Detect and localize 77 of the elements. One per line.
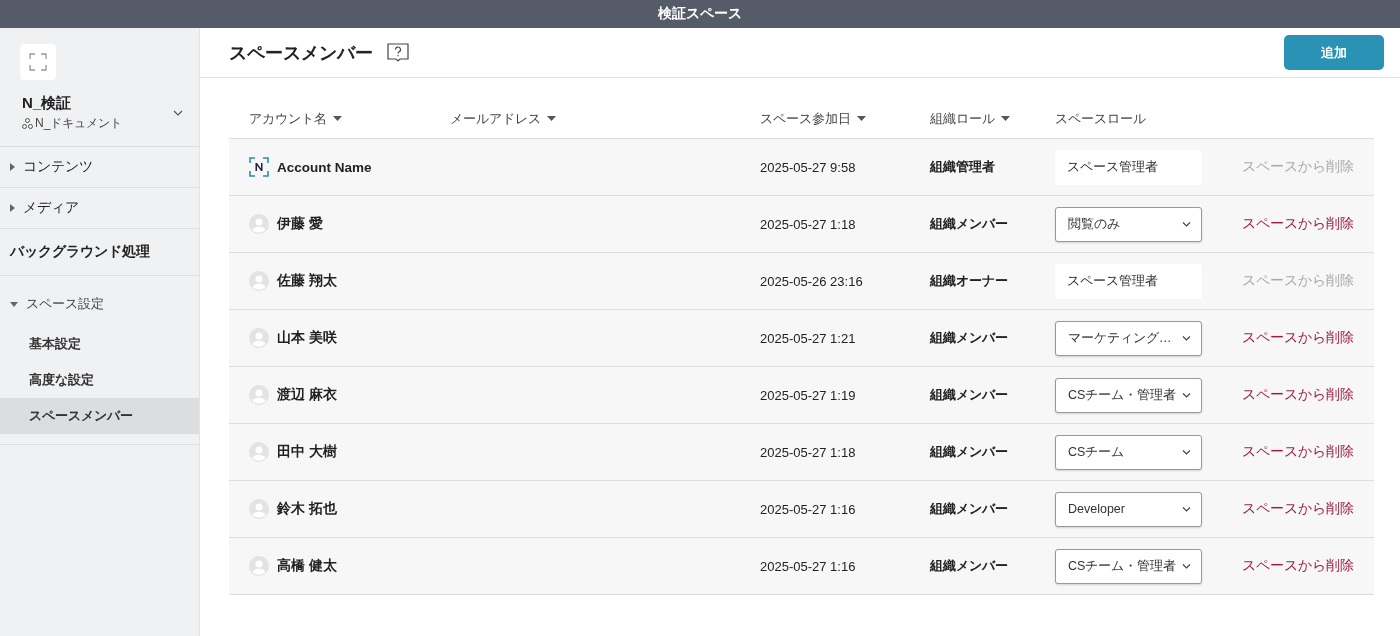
remove-link[interactable]: スペースから削除 <box>1242 215 1354 233</box>
join-date: 2025-05-27 1:16 <box>760 501 857 517</box>
sidebar-item[interactable]: コンテンツ <box>23 158 93 176</box>
avatar-icon <box>249 214 269 234</box>
space-logo-icon <box>20 44 56 80</box>
chevron-down-icon <box>1182 392 1191 398</box>
org-name: N_ドキュメント <box>35 115 123 132</box>
join-date: 2025-05-27 1:21 <box>760 330 857 346</box>
column-header: スペースロール <box>1055 109 1146 128</box>
join-date: 2025-05-27 9:58 <box>760 159 857 175</box>
sidebar-item[interactable]: バックグラウンド処理 <box>0 229 199 276</box>
account-name: Account Name <box>277 159 372 175</box>
sidebar-item[interactable]: メディア <box>23 199 79 217</box>
avatar-icon <box>249 556 269 576</box>
account-name: 山本 美咲 <box>277 329 337 347</box>
avatar-icon <box>249 328 269 348</box>
account-name: 渡辺 麻衣 <box>277 386 337 404</box>
account-logo-icon <box>249 157 269 177</box>
org-role: 組織メンバー <box>930 443 1009 461</box>
remove-link[interactable]: スペースから削除 <box>1242 329 1354 347</box>
help-icon[interactable] <box>387 43 409 62</box>
chevron-down-icon[interactable] <box>173 110 183 116</box>
account-name: 伊藤 愛 <box>277 215 323 233</box>
sort-caret-icon <box>547 115 556 122</box>
avatar-icon <box>249 385 269 405</box>
sort-caret-icon <box>857 115 866 122</box>
window-title: 検証スペース <box>658 5 742 23</box>
column-header[interactable]: アカウント名 <box>249 109 327 128</box>
role-dropdown[interactable]: 閲覧のみ <box>1055 206 1202 242</box>
chevron-down-icon <box>1182 563 1191 569</box>
role-dropdown[interactable]: マーケティング… <box>1055 320 1202 356</box>
org-role: 組織メンバー <box>930 329 1009 347</box>
remove-link[interactable]: スペースから削除 <box>1242 557 1354 575</box>
org-icon <box>22 118 33 129</box>
sidebar-subitem[interactable]: 基本設定 <box>0 326 199 362</box>
remove-link[interactable]: スペースから削除 <box>1242 500 1354 518</box>
remove-link[interactable]: スペースから削除 <box>1242 443 1354 461</box>
org-role: 組織メンバー <box>930 500 1009 518</box>
join-date: 2025-05-27 1:16 <box>760 558 857 574</box>
org-role: 組織メンバー <box>930 557 1009 575</box>
chevron-down-icon <box>1182 335 1191 341</box>
join-date: 2025-05-27 1:18 <box>760 216 857 232</box>
sidebar-subitem[interactable]: スペースメンバー <box>0 398 199 434</box>
avatar-icon <box>249 442 269 462</box>
add-button[interactable]: 追加 <box>1284 35 1384 70</box>
org-role: 組織メンバー <box>930 215 1009 233</box>
space-role: スペース管理者 <box>1055 149 1202 185</box>
avatar-icon <box>249 499 269 519</box>
column-header[interactable]: メールアドレス <box>450 109 541 128</box>
role-dropdown[interactable]: CSチーム・管理者 <box>1055 548 1202 584</box>
role-dropdown[interactable]: CSチーム <box>1055 434 1202 470</box>
org-role: 組織メンバー <box>930 386 1009 404</box>
page-title: スペースメンバー <box>229 41 373 65</box>
space-name: N_検証 <box>22 94 73 113</box>
org-role: 組織管理者 <box>930 158 996 176</box>
space-role: スペース管理者 <box>1055 263 1202 299</box>
column-header[interactable]: 組織ロール <box>930 109 995 128</box>
join-date: 2025-05-26 23:16 <box>760 273 864 289</box>
sidebar-item[interactable]: スペース設定 <box>26 295 104 313</box>
account-name: 佐藤 翔太 <box>277 272 337 290</box>
account-name: 高橋 健太 <box>277 557 337 575</box>
sort-caret-icon <box>333 115 342 122</box>
role-dropdown[interactable]: Developer <box>1055 491 1202 527</box>
avatar-icon <box>249 271 269 291</box>
chevron-down-icon <box>1182 506 1191 512</box>
org-role: 組織オーナー <box>930 272 1009 290</box>
remove-link[interactable]: スペースから削除 <box>1242 386 1354 404</box>
chevron-down-icon <box>1182 449 1191 455</box>
sidebar-subitem[interactable]: 高度な設定 <box>0 362 199 398</box>
sort-caret-icon <box>1001 115 1010 122</box>
chevron-down-icon <box>1182 221 1191 227</box>
account-name: 鈴木 拓也 <box>277 500 337 518</box>
column-header[interactable]: スペース参加日 <box>760 109 851 128</box>
role-dropdown[interactable]: CSチーム・管理者 <box>1055 377 1202 413</box>
join-date: 2025-05-27 1:19 <box>760 387 857 403</box>
join-date: 2025-05-27 1:18 <box>760 444 857 460</box>
account-name: 田中 大樹 <box>277 443 337 461</box>
